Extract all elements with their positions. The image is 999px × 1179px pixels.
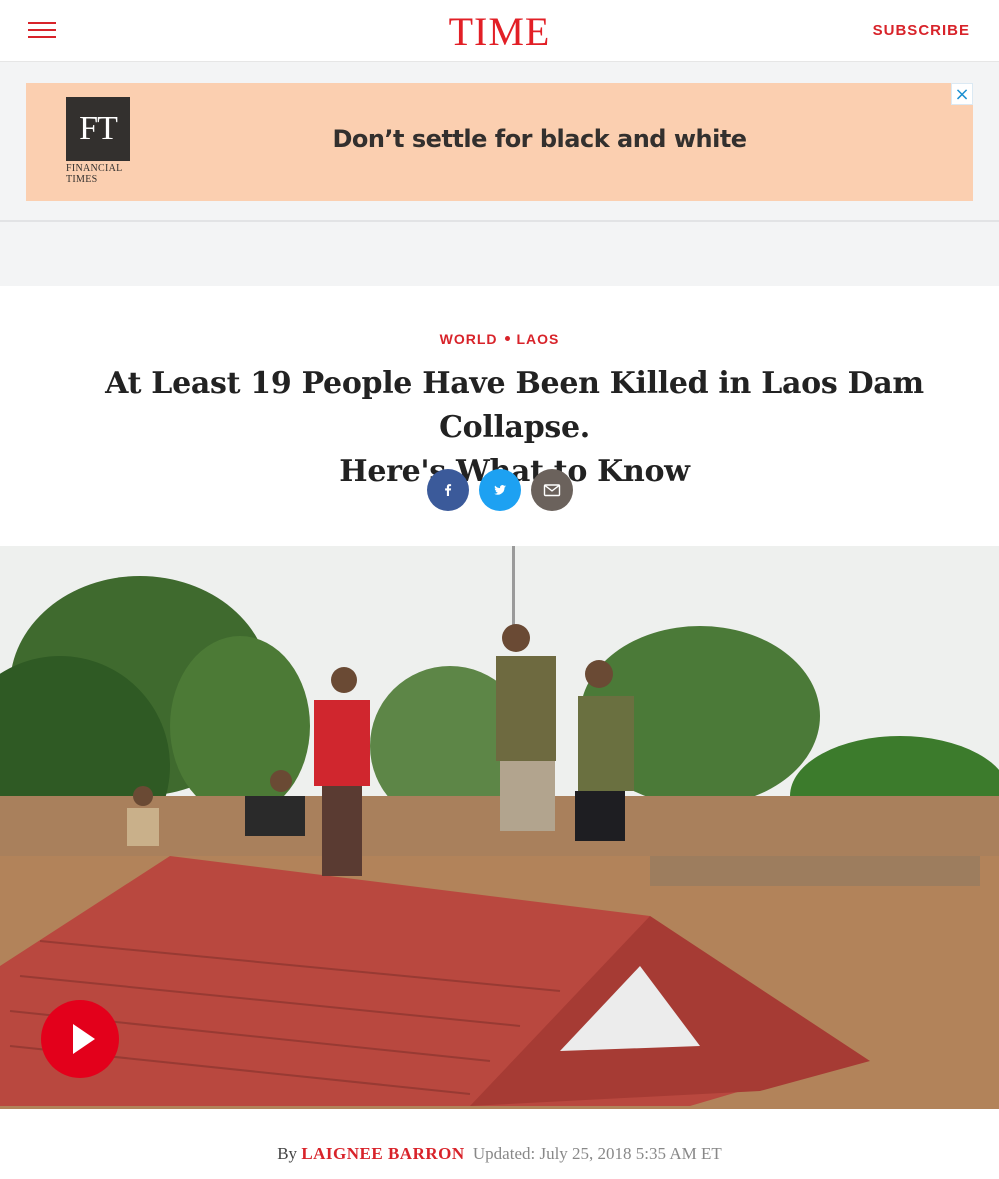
video-play-button[interactable]	[41, 1000, 119, 1078]
flood-photo	[0, 546, 999, 1109]
twitter-share-button[interactable]	[478, 469, 521, 511]
ad-zone: FT FINANCIAL TIMES Don’t settle for blac…	[0, 62, 999, 286]
ft-caption-line1: FINANCIAL	[66, 163, 123, 174]
ft-caption-line2: TIMES	[66, 174, 98, 185]
updated-timestamp: Updated: July 25, 2018 5:35 AM ET	[472, 1144, 722, 1163]
ad-divider	[0, 220, 999, 222]
kicker-dot	[504, 336, 510, 341]
hero-video[interactable]	[0, 546, 999, 1109]
ft-logo-caption: FINANCIAL TIMES	[66, 163, 123, 185]
article-byline: By LAIGNEE BARRON Updated: July 25, 2018…	[0, 1144, 999, 1164]
time-logo[interactable]: TIME	[0, 8, 999, 55]
facebook-icon	[444, 484, 451, 496]
email-icon	[543, 484, 560, 497]
facebook-share-button[interactable]	[426, 469, 469, 511]
share-buttons	[0, 469, 999, 511]
article-kicker: WORLD LAOS	[0, 331, 999, 347]
kicker-laos-link[interactable]: LAOS	[517, 331, 560, 347]
site-header: TIME SUBSCRIBE	[0, 0, 999, 62]
email-share-button[interactable]	[530, 469, 573, 511]
subscribe-link[interactable]: SUBSCRIBE	[873, 22, 970, 39]
ad-tagline: Don’t settle for black and white	[332, 125, 747, 153]
ft-ad-banner[interactable]: FT FINANCIAL TIMES Don’t settle for blac…	[26, 83, 973, 201]
author-link[interactable]: LAIGNEE BARRON	[301, 1144, 464, 1163]
play-icon	[73, 1024, 95, 1054]
headline-line-1: At Least 19 People Have Been Killed in L…	[105, 366, 924, 445]
byline-prefix: By	[277, 1144, 298, 1163]
ad-close-icon[interactable]: ×	[951, 83, 973, 105]
kicker-world-link[interactable]: WORLD	[440, 331, 498, 347]
twitter-icon	[493, 485, 506, 495]
